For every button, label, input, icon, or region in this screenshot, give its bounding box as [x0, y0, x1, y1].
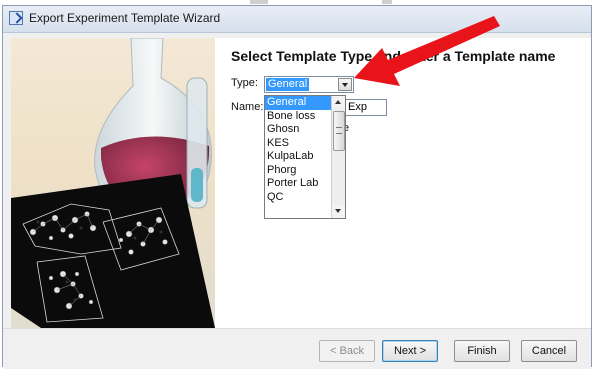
finish-button[interactable]: Finish — [454, 340, 510, 362]
lab-illustration-graphic — [11, 38, 215, 328]
next-button[interactable]: Next > — [382, 340, 438, 362]
background-fragment — [382, 0, 392, 4]
dropdown-option[interactable]: Ghosn — [265, 123, 331, 137]
wizard-illustration — [11, 38, 215, 328]
red-arrow-annotation-icon — [354, 16, 500, 86]
scroll-down-arrow-icon[interactable] — [332, 205, 345, 218]
dropdown-option[interactable]: General — [265, 96, 331, 110]
dropdown-option[interactable]: Porter Lab — [265, 177, 331, 191]
scroll-up-arrow-icon[interactable] — [332, 96, 345, 109]
window-title: Export Experiment Template Wizard — [29, 11, 221, 25]
wizard-footer: < Back Next > Finish Cancel — [3, 328, 591, 369]
type-selected-value: General — [266, 78, 310, 91]
type-label: Type: — [231, 77, 258, 89]
dropdown-option[interactable]: KulpaLab — [265, 150, 331, 164]
dropdown-option[interactable]: QC — [265, 191, 331, 205]
dropdown-option[interactable]: Phorg — [265, 164, 331, 178]
back-button[interactable]: < Back — [319, 340, 375, 362]
scrollbar-thumb[interactable] — [333, 111, 345, 151]
dropdown-scrollbar[interactable] — [331, 96, 345, 218]
dropdown-option[interactable]: Bone loss — [265, 110, 331, 124]
cancel-button[interactable]: Cancel — [521, 340, 577, 362]
dropdown-option[interactable]: KES — [265, 137, 331, 151]
template-name-input[interactable]: Exp — [343, 99, 387, 116]
app-window-icon — [9, 11, 23, 25]
background-fragment — [250, 0, 268, 4]
name-label: Name: — [231, 101, 264, 113]
type-select[interactable]: General — [264, 76, 354, 93]
type-dropdown-list[interactable]: General Bone loss Ghosn KES KulpaLab Pho… — [264, 95, 346, 219]
